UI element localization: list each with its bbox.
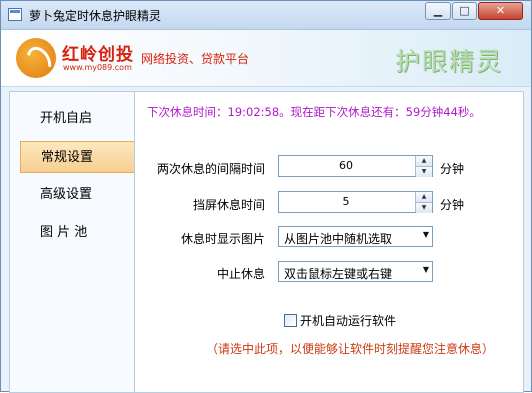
sidebar-item-label: 高级设置 (40, 187, 93, 202)
settings-panel: 下次休息时间：19:02:58。现在距下次休息还有：59分钟44秒。 两次休息的… (134, 91, 524, 393)
sidebar: 开机自启 常规设置 高级设置 图 片 池 (9, 91, 135, 393)
stop-rest-select[interactable]: 双击鼠标左键或右键 ▼ (278, 261, 433, 282)
interval-spin-buttons[interactable]: ▲ ▼ (415, 156, 432, 177)
brand-url: www.my089.com (63, 63, 132, 72)
sidebar-item-label: 开机自启 (40, 111, 93, 126)
spin-down-icon[interactable]: ▼ (416, 166, 432, 177)
sidebar-item-general-settings[interactable]: 常规设置 (20, 141, 135, 173)
picture-label: 休息时显示图片 (180, 232, 265, 246)
product-title: 护眼精灵 (395, 47, 504, 76)
interval-unit: 分钟 (440, 162, 465, 176)
lock-time-label: 挡屏休息时间 (192, 198, 265, 212)
lock-time-value[interactable]: 5 (279, 195, 413, 208)
autostart-hint: （请选中此项，以便能够让软件时刻提醒您注意休息） (206, 342, 495, 356)
interval-stepper[interactable]: 60 ▲ ▼ (278, 155, 433, 177)
app-icon (8, 8, 22, 21)
picture-selected-value: 从图片池中随机选取 (284, 232, 393, 246)
maximize-button[interactable]: □ (452, 2, 477, 20)
chevron-down-icon[interactable]: ▼ (423, 230, 429, 239)
title-bar[interactable]: 萝卜兔定时休息护眼精灵 ▁ □ ✕ (1, 1, 531, 30)
next-rest-status: 下次休息时间：19:02:58。现在距下次休息还有：59分钟44秒。 (147, 105, 481, 119)
close-button[interactable]: ✕ (478, 2, 523, 20)
sidebar-item-advanced-settings[interactable]: 高级设置 (20, 179, 135, 211)
spin-up-icon[interactable]: ▲ (416, 192, 432, 202)
sidebar-item-startup[interactable]: 开机自启 (20, 103, 135, 135)
brand-name: 红岭创投 (62, 45, 134, 65)
minimize-button[interactable]: ▁ (425, 2, 451, 20)
lock-time-unit: 分钟 (440, 198, 465, 212)
chevron-down-icon[interactable]: ▼ (423, 265, 429, 274)
stop-rest-selected-value: 双击鼠标左键或右键 (284, 267, 393, 281)
brand-slogan: 网络投资、贷款平台 (141, 52, 250, 66)
sidebar-item-label: 常规设置 (41, 150, 94, 165)
sidebar-item-label: 图 片 池 (40, 225, 88, 240)
sidebar-item-picture-pool[interactable]: 图 片 池 (20, 217, 135, 249)
interval-label: 两次休息的间隔时间 (156, 162, 265, 176)
header-banner: 红岭创投 www.my089.com 网络投资、贷款平台 护眼精灵 (1, 30, 531, 87)
autostart-label[interactable]: 开机自动运行软件 (300, 312, 396, 329)
autostart-checkbox[interactable] (284, 314, 297, 327)
lock-time-stepper[interactable]: 5 ▲ ▼ (278, 191, 433, 213)
interval-value[interactable]: 60 (279, 159, 413, 172)
brand-logo-icon (16, 38, 56, 78)
app-window: 萝卜兔定时休息护眼精灵 ▁ □ ✕ 红岭创投 www.my089.com 网络投… (0, 0, 532, 393)
picture-select[interactable]: 从图片池中随机选取 ▼ (278, 226, 433, 247)
spin-up-icon[interactable]: ▲ (416, 156, 432, 166)
lock-time-spin-buttons[interactable]: ▲ ▼ (415, 192, 432, 213)
stop-rest-label: 中止休息 (216, 267, 265, 281)
spin-down-icon[interactable]: ▼ (416, 202, 432, 213)
window-title: 萝卜兔定时休息护眼精灵 (29, 9, 162, 23)
